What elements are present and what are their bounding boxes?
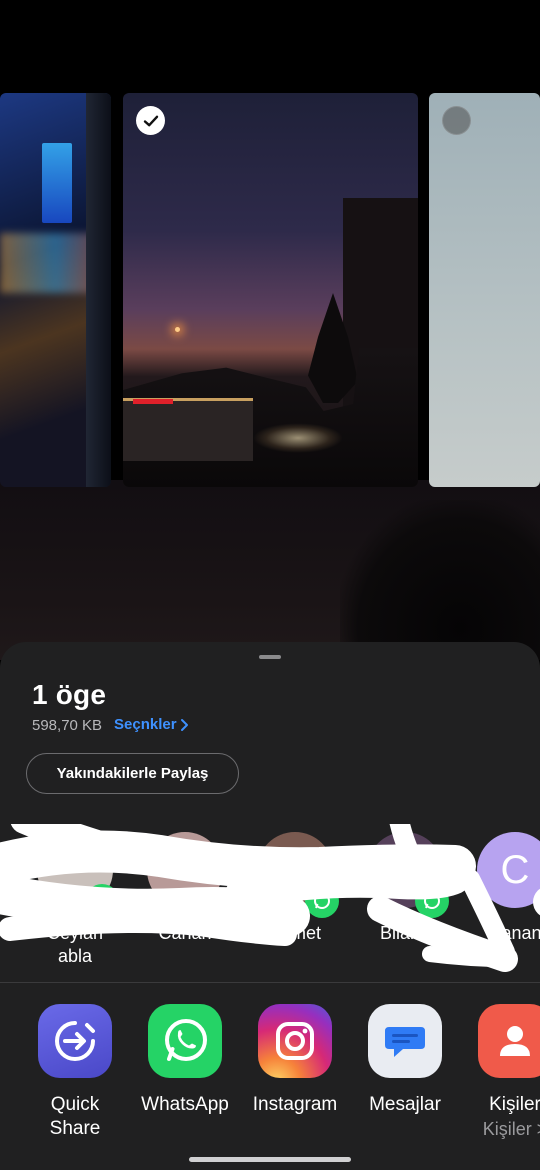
- drag-handle[interactable]: [259, 655, 281, 659]
- app-label: WhatsApp: [141, 1094, 229, 1115]
- nearby-share-label: Yakındakilerle Paylaş: [56, 765, 209, 782]
- app-label: Quick Share: [49, 1094, 101, 1139]
- app-label: Kişiler: [489, 1094, 540, 1115]
- instagram-icon: [258, 1004, 332, 1078]
- chevron-right-icon: [180, 718, 188, 731]
- app-contacts[interactable]: Kişiler Kişiler >: [460, 1004, 540, 1140]
- selection-size: 598,70 KB: [32, 717, 103, 734]
- road-lights: [253, 423, 343, 453]
- share-sheet: 1 öge 598,70 KB Seçnkler Yakındakilerle …: [0, 642, 540, 1170]
- apps-row: Quick Share WhatsApp Instagram Mesajlar …: [0, 1002, 540, 1152]
- app-instagram[interactable]: Instagram: [240, 1004, 350, 1117]
- photo-thumbnail-right[interactable]: [429, 93, 540, 487]
- app-label: Instagram: [252, 1094, 338, 1115]
- redaction-scribble: [0, 824, 518, 972]
- background-tree: [340, 500, 540, 660]
- window-frame: [86, 93, 111, 487]
- messages-icon: [368, 1004, 442, 1078]
- app-messages[interactable]: Mesajlar: [350, 1004, 460, 1117]
- app-quick-share[interactable]: Quick Share: [20, 1004, 130, 1141]
- photo-gallery: [0, 0, 540, 660]
- app-whatsapp[interactable]: WhatsApp: [130, 1004, 240, 1117]
- direct-share-row: Ceylan abla Canan Ahmet Bilal A C Canan: [0, 824, 540, 979]
- nearby-share-button[interactable]: Yakındakilerle Paylaş: [26, 753, 239, 794]
- photo-thumbnail-selected[interactable]: [123, 93, 418, 487]
- app-sublabel: Kişiler >: [482, 1119, 540, 1139]
- options-label: Seçnkler: [114, 716, 177, 733]
- contacts-icon: [478, 1004, 540, 1078]
- unselected-check-icon[interactable]: [442, 106, 471, 135]
- selection-count: 1 öge: [32, 679, 107, 710]
- neon-sign: [42, 143, 72, 223]
- section-divider: [0, 982, 540, 983]
- app-label: Mesajlar: [369, 1094, 441, 1115]
- quick-share-icon: [38, 1004, 112, 1078]
- options-link[interactable]: Seçnkler: [114, 716, 189, 733]
- bus-sign: [133, 399, 173, 404]
- selected-check-icon[interactable]: [136, 106, 165, 135]
- street-lamp: [175, 327, 180, 332]
- photo-thumbnail-left[interactable]: [0, 93, 111, 487]
- bus: [123, 398, 253, 461]
- gesture-nav-bar[interactable]: [189, 1157, 351, 1162]
- whatsapp-icon: [148, 1004, 222, 1078]
